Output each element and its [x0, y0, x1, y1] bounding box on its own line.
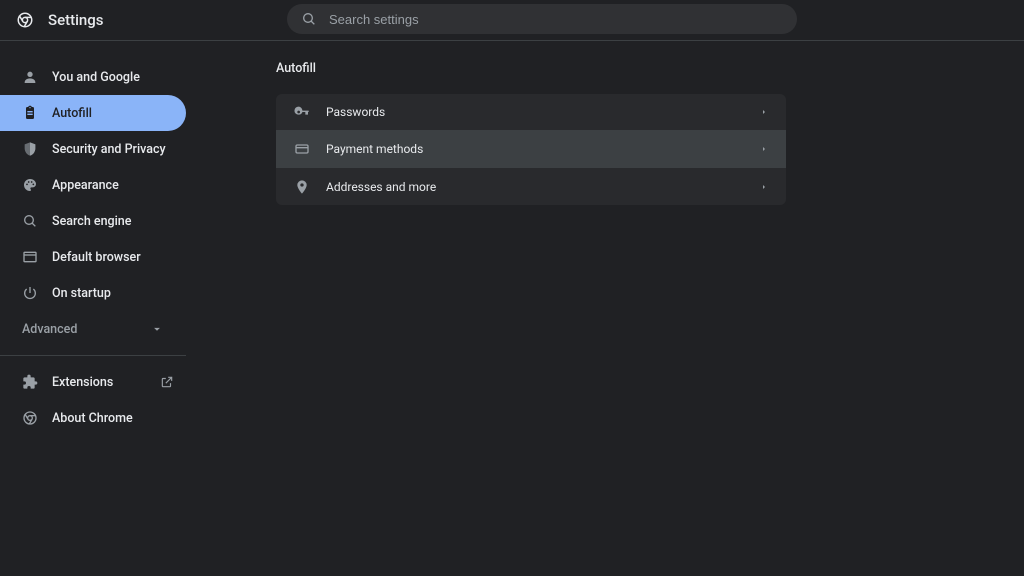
sidebar: You and Google Autofill Security and Pri…: [0, 41, 248, 576]
chrome-logo-icon: [16, 11, 34, 29]
sidebar-item-autofill[interactable]: Autofill: [0, 95, 186, 131]
sidebar-item-label: About Chrome: [52, 411, 133, 426]
sidebar-item-on-startup[interactable]: On startup: [0, 275, 186, 311]
sidebar-item-search-engine[interactable]: Search engine: [0, 203, 186, 239]
key-icon: [294, 104, 310, 120]
sidebar-item-label: Security and Privacy: [52, 142, 166, 157]
sidebar-divider: [0, 355, 186, 356]
sidebar-item-label: Extensions: [52, 375, 113, 390]
sidebar-item-extensions[interactable]: Extensions: [0, 364, 186, 400]
row-label: Payment methods: [326, 142, 423, 156]
credit-card-icon: [294, 141, 310, 157]
page-title: Settings: [48, 11, 288, 29]
location-pin-icon: [294, 179, 310, 195]
sidebar-item-security-privacy[interactable]: Security and Privacy: [0, 131, 186, 167]
search-icon: [22, 213, 38, 229]
row-addresses[interactable]: Addresses and more: [276, 168, 786, 205]
browser-window-icon: [22, 249, 38, 265]
external-link-icon: [160, 375, 174, 389]
sidebar-item-label: Appearance: [52, 178, 119, 193]
search-input[interactable]: [329, 12, 783, 27]
content-area: Autofill Passwords Payment methods Addre…: [248, 41, 1024, 576]
search-box[interactable]: [287, 4, 797, 34]
extension-icon: [22, 374, 38, 390]
chrome-icon: [22, 410, 38, 426]
settings-card: Passwords Payment methods Addresses and …: [276, 94, 786, 205]
row-label: Passwords: [326, 105, 385, 119]
chevron-right-icon: [760, 183, 768, 191]
row-label: Addresses and more: [326, 180, 436, 194]
person-icon: [22, 69, 38, 85]
sidebar-item-label: You and Google: [52, 70, 140, 85]
sidebar-item-appearance[interactable]: Appearance: [0, 167, 186, 203]
chevron-down-icon: [150, 322, 164, 336]
sidebar-item-label: Autofill: [52, 106, 92, 121]
palette-icon: [22, 177, 38, 193]
search-icon: [301, 11, 317, 27]
clipboard-icon: [22, 105, 38, 121]
power-icon: [22, 285, 38, 301]
advanced-label: Advanced: [22, 322, 77, 337]
chevron-right-icon: [760, 145, 768, 153]
row-passwords[interactable]: Passwords: [276, 94, 786, 131]
sidebar-item-label: Default browser: [52, 250, 141, 265]
sidebar-item-you-and-google[interactable]: You and Google: [0, 59, 186, 95]
chevron-right-icon: [760, 108, 768, 116]
shield-icon: [22, 141, 38, 157]
sidebar-item-default-browser[interactable]: Default browser: [0, 239, 186, 275]
sidebar-item-label: On startup: [52, 286, 111, 301]
sidebar-advanced-toggle[interactable]: Advanced: [0, 311, 186, 347]
section-title: Autofill: [276, 61, 1024, 76]
sidebar-item-label: Search engine: [52, 214, 131, 229]
sidebar-item-about-chrome[interactable]: About Chrome: [0, 400, 186, 436]
row-payment-methods[interactable]: Payment methods: [276, 131, 786, 168]
